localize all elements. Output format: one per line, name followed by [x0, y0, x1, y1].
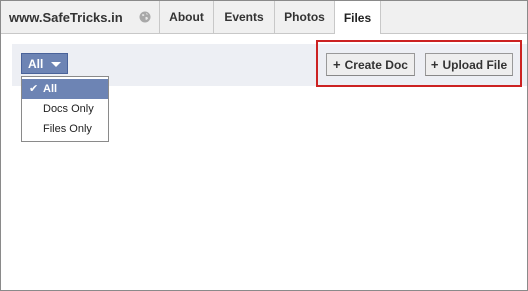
menu-item-all[interactable]: ✔ All: [22, 79, 108, 99]
filter-dropdown-button[interactable]: All: [21, 53, 68, 74]
plus-icon: +: [333, 57, 341, 72]
page-name: www.SafeTricks.in: [9, 10, 123, 25]
menu-item-label: Docs Only: [43, 103, 94, 115]
menu-item-label: All: [43, 83, 58, 95]
menu-item-files-only[interactable]: Files Only: [22, 119, 108, 139]
page-name-tab[interactable]: www.SafeTricks.in: [1, 1, 160, 33]
globe-icon: [139, 11, 151, 23]
plus-icon: +: [430, 57, 439, 72]
chevron-down-icon: [51, 62, 61, 67]
check-icon: ✔: [29, 83, 39, 95]
create-doc-button[interactable]: + Create Doc: [326, 53, 415, 76]
upload-file-button[interactable]: + Upload File: [425, 53, 513, 76]
tab-about[interactable]: About: [160, 1, 214, 33]
tab-photos[interactable]: Photos: [275, 1, 335, 33]
tab-bar: www.SafeTricks.in About Events Photos Fi…: [1, 1, 527, 34]
create-doc-label: Create Doc: [344, 57, 408, 72]
tab-events[interactable]: Events: [214, 1, 275, 33]
menu-item-docs-only[interactable]: Docs Only: [22, 99, 108, 119]
tab-files[interactable]: Files: [335, 1, 381, 34]
filter-label: All: [28, 57, 44, 71]
filter-dropdown-menu: ✔ All Docs Only Files Only: [21, 76, 109, 142]
upload-file-label: Upload File: [442, 57, 508, 72]
menu-item-label: Files Only: [43, 123, 92, 135]
app-window: www.SafeTricks.in About Events Photos Fi…: [0, 0, 528, 291]
